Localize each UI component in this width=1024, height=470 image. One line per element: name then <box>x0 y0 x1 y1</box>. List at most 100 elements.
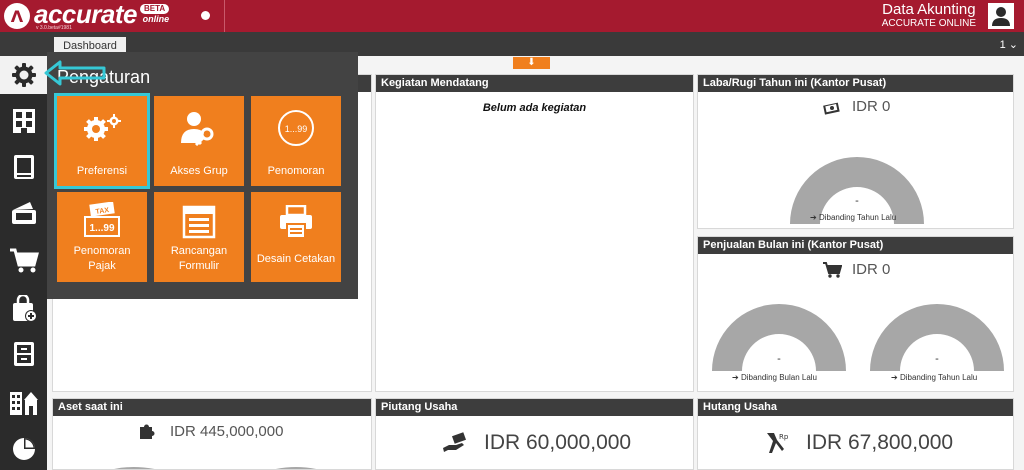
top-bar: Λ accurate BETA online v 3.0.beta#1981 D… <box>0 0 1024 32</box>
compare-label: Dibanding Tahun Lalu <box>899 373 978 382</box>
puzzle-icon <box>140 424 155 439</box>
sidebar-item-inventory[interactable] <box>0 335 47 373</box>
cart-icon <box>823 261 842 278</box>
version-label: v 3.0.beta#1981 <box>36 25 72 31</box>
form-design-icon <box>182 205 216 239</box>
hutang-amount-row: Rp IDR 67,800,000 <box>764 431 953 455</box>
widget-title: Piutang Usaha <box>376 399 693 416</box>
penjualan-compare-year: ➔ Dibanding Tahun Lalu <box>891 373 977 382</box>
tile-penomoran[interactable]: 1...99 Penomoran <box>251 96 341 186</box>
debt-icon: Rp <box>767 433 789 453</box>
svg-text:Rp: Rp <box>779 433 789 441</box>
gears-icon <box>84 114 121 141</box>
penjualan-amount-row: IDR 0 <box>822 261 890 278</box>
printer-icon <box>280 205 312 239</box>
numbering-icon: 1...99 <box>278 110 314 146</box>
piutang-amount: IDR 60,000,000 <box>484 431 632 454</box>
svg-text:1...99: 1...99 <box>285 124 308 134</box>
piutang-amount-row: IDR 60,000,000 <box>442 431 631 455</box>
database-info[interactable]: Data Akunting ACCURATE ONLINE <box>881 1 976 30</box>
tile-label: Penomoran <box>267 165 325 177</box>
database-name: Data Akunting <box>882 1 976 18</box>
sidebar-item-sales[interactable] <box>0 242 47 280</box>
money-icon <box>823 102 840 115</box>
logo-badge: BETA online <box>139 4 170 24</box>
top-divider <box>224 0 225 32</box>
widget-aset: Aset saat ini IDR 445,000,000 <box>52 398 372 470</box>
user-key-icon <box>181 112 214 146</box>
beta-badge: BETA <box>139 4 170 14</box>
widget-title: Kegiatan Mendatang <box>376 75 693 92</box>
logo-mark: Λ <box>4 3 30 29</box>
widget-title: Hutang Usaha <box>698 399 1013 416</box>
laba-rugi-compare: ➔ Dibanding Tahun Lalu <box>810 213 896 222</box>
tile-label: Preferensi <box>76 165 128 177</box>
chevron-down-icon: ⌄ <box>1005 39 1018 51</box>
wallet-icon <box>11 202 36 224</box>
sidebar-item-settings[interactable] <box>0 56 47 94</box>
empty-activities-message: Belum ada kegiatan <box>482 102 587 114</box>
database-subtitle: ACCURATE ONLINE <box>881 18 976 29</box>
arrow-right-icon: ➔ <box>891 373 900 382</box>
arrow-down-icon: ⬇ <box>527 57 536 68</box>
widget-kegiatan-mendatang: Kegiatan Mendatang Belum ada kegiatan <box>375 74 694 392</box>
gear-icon <box>11 63 36 87</box>
sidebar-item-reports[interactable] <box>0 430 47 468</box>
widget-piutang: Piutang Usaha IDR 60,000,000 <box>375 398 694 470</box>
laba-rugi-gauge-value: - <box>855 195 859 207</box>
settings-panel: Pengaturan Preferensi Akses Grup 1...99 … <box>47 52 358 299</box>
penjualan-gauge-year-value: - <box>935 353 939 365</box>
buildings-icon <box>9 392 38 415</box>
hand-money-icon <box>443 432 467 452</box>
open-tabs-counter[interactable]: 1 ⌄ <box>1000 38 1018 51</box>
sidebar-item-ledger[interactable] <box>0 148 47 186</box>
tax-numbering-icon: TAX 1...99 <box>84 202 120 237</box>
aset-gauges-partial <box>114 467 317 469</box>
cart-icon <box>9 248 39 273</box>
tile-akses-grup[interactable]: Akses Grup <box>154 96 244 186</box>
sidebar-item-purchase[interactable] <box>0 290 47 328</box>
arrow-right-icon: ➔ <box>732 373 741 382</box>
app-logo[interactable]: Λ accurate BETA online v 3.0.beta#1981 <box>4 0 170 31</box>
tile-rancangan-formulir[interactable]: Rancangan Formulir <box>154 192 244 282</box>
arrow-right-icon: ➔ <box>810 213 819 222</box>
tile-label: Rancangan Formulir <box>170 245 228 272</box>
tile-label: Akses Grup <box>170 165 228 177</box>
penjualan-gauge-month-value: - <box>777 353 781 365</box>
user-menu-button[interactable] <box>988 3 1014 29</box>
logo-wordmark: accurate <box>34 0 137 29</box>
widget-hutang: Hutang Usaha Rp IDR 67,800,000 <box>697 398 1014 470</box>
penjualan-compare-month: ➔ Dibanding Bulan Lalu <box>732 373 817 382</box>
compare-label: Dibanding Tahun Lalu <box>818 213 897 222</box>
widget-title: Aset saat ini <box>53 399 371 416</box>
tile-label: Penomoran Pajak <box>73 245 131 272</box>
svg-text:1...99: 1...99 <box>89 223 114 234</box>
tile-label: Desain Cetakan <box>256 253 336 265</box>
sidebar-item-cash-bank[interactable] <box>0 194 47 232</box>
bag-plus-icon <box>12 295 37 322</box>
aset-amount: IDR 445,000,000 <box>170 422 284 440</box>
tile-desain-cetakan[interactable]: Desain Cetakan <box>251 192 341 282</box>
collapse-dashboard-button[interactable]: ⬇ <box>513 57 550 69</box>
pie-chart-icon <box>12 438 35 460</box>
building-icon <box>12 109 35 133</box>
sidebar-item-company[interactable] <box>0 102 47 140</box>
sidebar-item-assets[interactable] <box>0 383 47 421</box>
status-dot[interactable] <box>201 11 210 20</box>
aset-amount-row: IDR 445,000,000 <box>138 422 283 440</box>
penjualan-amount: IDR 0 <box>852 261 891 278</box>
svg-text:TAX: TAX <box>95 207 110 216</box>
tile-preferensi[interactable]: Preferensi <box>54 93 150 189</box>
hutang-amount: IDR 67,800,000 <box>806 431 954 454</box>
cabinet-icon <box>13 342 34 366</box>
tile-penomoran-pajak[interactable]: TAX 1...99 Penomoran Pajak <box>57 192 147 282</box>
sidebar <box>0 56 47 470</box>
book-icon <box>13 155 34 179</box>
widget-penjualan: Penjualan Bulan ini (Kantor Pusat) IDR 0… <box>697 236 1014 392</box>
user-icon <box>988 3 1014 29</box>
widget-title: Laba/Rugi Tahun ini (Kantor Pusat) <box>698 75 1013 92</box>
pointer-arrow-icon <box>44 60 106 86</box>
widget-title: Penjualan Bulan ini (Kantor Pusat) <box>698 237 1013 254</box>
online-label: online <box>142 14 170 24</box>
widget-laba-rugi: Laba/Rugi Tahun ini (Kantor Pusat) IDR 0… <box>697 74 1014 229</box>
